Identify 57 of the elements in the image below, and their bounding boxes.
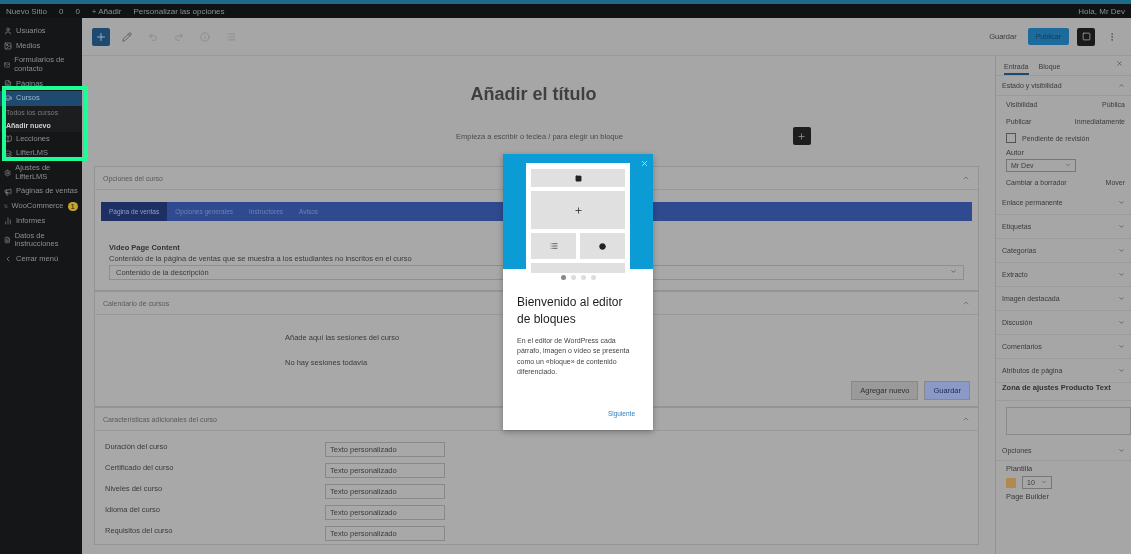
count-badge: 1: [67, 201, 78, 212]
chevron-down-icon[interactable]: [1118, 295, 1125, 302]
menu-icon: [4, 41, 12, 50]
square-icon: [1081, 32, 1091, 41]
admin-bar-item[interactable]: Personalizar las opciones: [133, 6, 225, 16]
plus-icon: [95, 30, 107, 43]
chevron-up-icon[interactable]: [962, 415, 970, 423]
chevron-up-icon[interactable]: [1118, 82, 1125, 89]
menu-icon: [4, 135, 12, 144]
close-icon: [639, 159, 649, 168]
page-dot[interactable]: [580, 275, 586, 280]
add-block-button[interactable]: [92, 27, 110, 46]
post-title-field[interactable]: Añadir el título: [470, 84, 597, 105]
chevron-down-icon: [1065, 162, 1071, 168]
swatch-icon: [1006, 477, 1016, 488]
menu-icon: [4, 149, 12, 158]
page-dot[interactable]: [570, 275, 576, 280]
greeting[interactable]: Hola, Mr Dev: [1078, 6, 1125, 16]
dialog-title: Bienvenido al editor de bloques: [517, 294, 624, 328]
admin-bar-item[interactable]: Nuevo Sitio: [6, 6, 47, 16]
add-block-button[interactable]: [792, 127, 811, 145]
page-dot[interactable]: [590, 275, 596, 280]
chevron-down-icon[interactable]: [1118, 367, 1125, 374]
page-dot[interactable]: [560, 275, 566, 280]
chevron-down-icon: [950, 268, 957, 275]
chevron-up-icon[interactable]: [962, 299, 970, 307]
chevron-down-icon[interactable]: [1118, 447, 1125, 454]
text-area[interactable]: [1006, 407, 1131, 435]
menu-icon: [4, 79, 12, 88]
menu-icon: [4, 94, 12, 103]
chevron-down-icon: [1041, 479, 1047, 485]
block-icon: [599, 242, 606, 250]
close-icon[interactable]: [1116, 60, 1123, 67]
menu-icon: [4, 187, 12, 196]
menu-icon: [4, 217, 12, 226]
settings-button[interactable]: [1077, 27, 1095, 46]
menu-icon: [4, 27, 12, 36]
menu-icon: [4, 255, 12, 264]
chevron-down-icon[interactable]: [1118, 271, 1125, 278]
chevron-down-icon[interactable]: [1118, 343, 1125, 350]
chevron-down-icon[interactable]: [1118, 247, 1125, 254]
menu-icon: [4, 202, 8, 211]
checkbox[interactable]: [1006, 133, 1016, 143]
plus-icon: [797, 131, 807, 141]
menu-icon: [4, 168, 12, 177]
chevron-down-icon[interactable]: [1118, 319, 1125, 326]
block-icon: [549, 242, 558, 250]
menu-icon: [4, 236, 11, 245]
chevron-down-icon[interactable]: [1118, 223, 1125, 230]
chevron-up-icon[interactable]: [962, 174, 970, 182]
admin-bar-item[interactable]: 0: [75, 6, 80, 16]
admin-bar-item[interactable]: 0: [58, 6, 64, 16]
chevron-down-icon[interactable]: [1118, 199, 1125, 206]
menu-icon: [4, 60, 11, 69]
block-icon: [574, 174, 582, 182]
admin-bar-item[interactable]: + Añadir: [91, 6, 122, 16]
add-icon: [573, 205, 583, 215]
